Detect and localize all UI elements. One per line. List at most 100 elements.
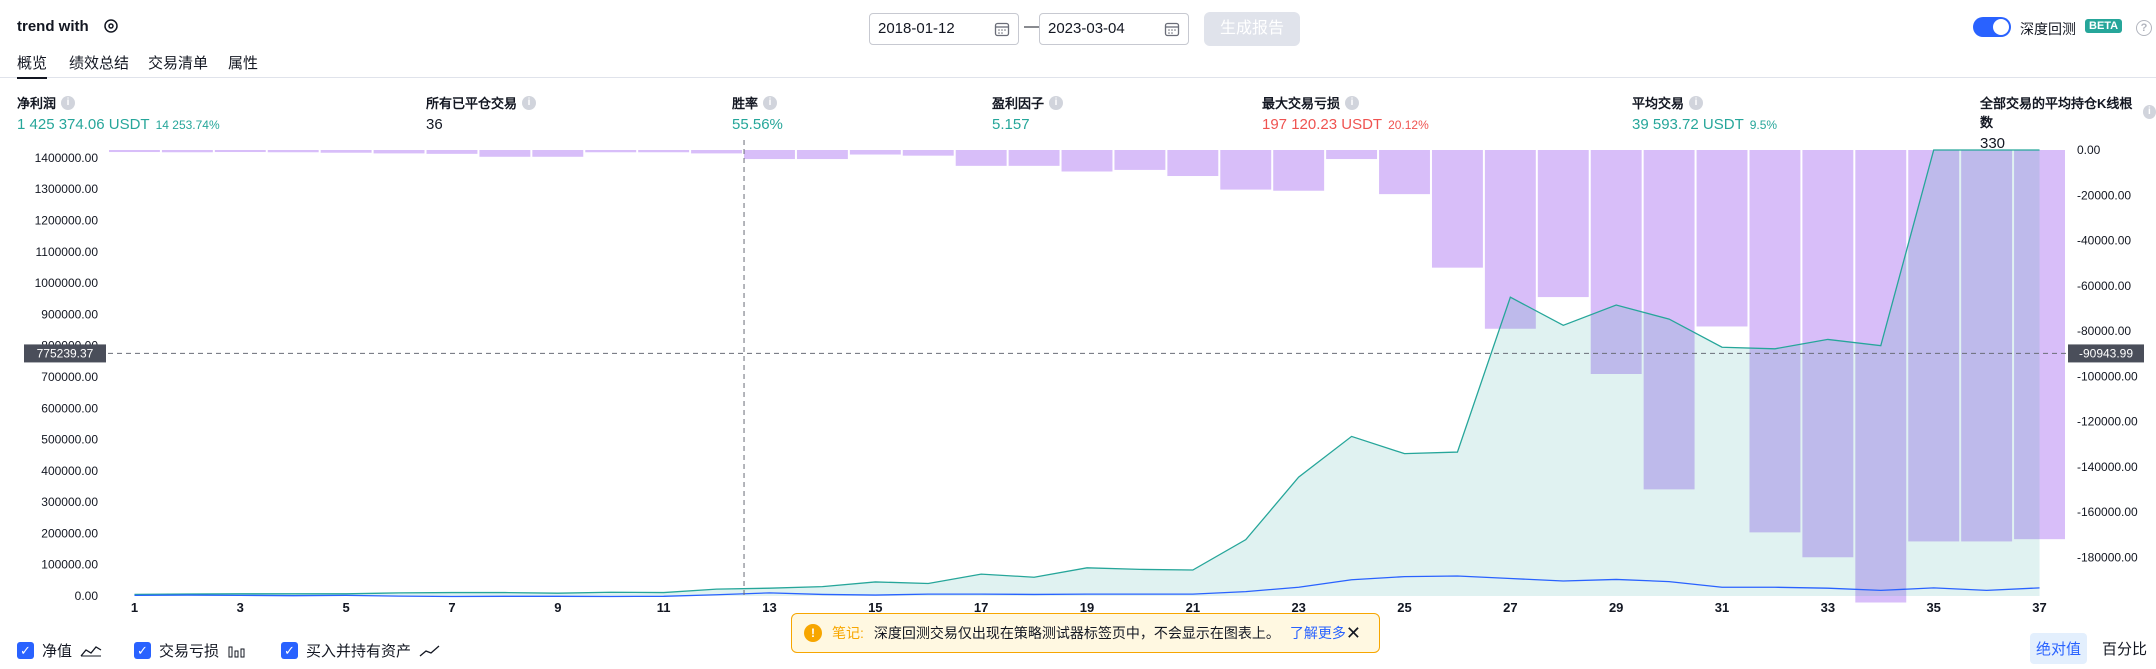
loss-bar bbox=[902, 150, 954, 156]
metric-value: 55.56% bbox=[732, 116, 783, 133]
warning-icon: ! bbox=[804, 624, 822, 642]
metric-profit-factor: 盈利因子 i 5.157 bbox=[992, 93, 1064, 133]
legend-net-value[interactable]: ✓ 净值 bbox=[17, 640, 102, 661]
metric-value: 36 bbox=[426, 116, 443, 133]
loss-bar bbox=[1379, 150, 1430, 195]
loss-bar bbox=[1431, 150, 1483, 268]
gear-icon[interactable] bbox=[102, 17, 120, 35]
info-icon[interactable]: i bbox=[1049, 95, 1064, 110]
left-axis-tick-label: 500000.00 bbox=[41, 433, 98, 447]
deep-backtest-label: 深度回测 bbox=[2020, 21, 2076, 37]
tab-properties[interactable]: 属性 bbox=[228, 52, 258, 73]
left-axis-tick-label: 400000.00 bbox=[41, 464, 98, 478]
loss-bar bbox=[1326, 150, 1378, 160]
legend-trade-loss[interactable]: ✓ 交易亏损 bbox=[134, 640, 247, 661]
x-axis-tick-label: 33 bbox=[1821, 600, 1835, 615]
calendar-icon[interactable] bbox=[994, 21, 1010, 37]
tab-overview[interactable]: 概览 bbox=[17, 52, 48, 79]
metric-label: 平均交易 bbox=[1632, 96, 1685, 111]
loss-bar bbox=[426, 150, 478, 154]
loss-bar bbox=[1696, 150, 1748, 327]
loss-bar bbox=[585, 150, 637, 153]
x-axis-tick-label: 31 bbox=[1715, 600, 1729, 615]
equity-chart-svg[interactable]: 1400000.001300000.001200000.001100000.00… bbox=[0, 140, 2156, 620]
tab-bar: 概览 绩效总结 交易清单 属性 bbox=[0, 50, 2156, 79]
left-axis-tick-label: 1200000.00 bbox=[35, 214, 99, 228]
tab-trade-list[interactable]: 交易清单 bbox=[148, 52, 208, 73]
right-axis-tick-label: 0.00 bbox=[2077, 143, 2101, 157]
percent-toggle[interactable]: 百分比 bbox=[2096, 633, 2153, 664]
loss-bar bbox=[214, 150, 266, 153]
x-axis-tick-label: 11 bbox=[657, 600, 671, 615]
metric-max-loss: 最大交易亏损 i 197 120.23 USDT 20.12% bbox=[1262, 93, 1429, 133]
loss-bar bbox=[479, 150, 531, 157]
metric-label: 全部交易的平均持仓K线根数 bbox=[1980, 96, 2133, 130]
info-icon[interactable]: i bbox=[1689, 95, 1704, 110]
date-to-input[interactable]: 2023-03-04 bbox=[1039, 13, 1189, 45]
left-axis-tick-label: 300000.00 bbox=[41, 495, 98, 509]
metric-value: 1 425 374.06 USDT bbox=[17, 116, 150, 133]
generate-report-button[interactable]: 生成报告 bbox=[1204, 12, 1300, 46]
left-axis-tick-label: 100000.00 bbox=[41, 558, 98, 572]
metric-percent: 20.12% bbox=[1388, 118, 1429, 132]
loss-bar bbox=[1114, 150, 1166, 170]
checkbox-checked-icon[interactable]: ✓ bbox=[134, 642, 151, 659]
x-axis-tick-label: 1 bbox=[131, 600, 138, 615]
loss-bar bbox=[955, 150, 1007, 166]
left-axis-tick-label: 700000.00 bbox=[41, 370, 98, 384]
metric-label: 盈利因子 bbox=[992, 96, 1045, 111]
equity-chart[interactable]: 1400000.00 1300000.00 1200000.00 1100000.00… bbox=[0, 140, 2156, 620]
x-axis-tick-label: 13 bbox=[762, 600, 776, 615]
loss-bar bbox=[267, 150, 319, 153]
info-icon[interactable]: i bbox=[61, 95, 76, 110]
top-toolbar: trend with 2018-01-12 — 2023-03-04 生成报告 … bbox=[0, 0, 2156, 56]
right-axis-tick-label: -160000.00 bbox=[2077, 505, 2138, 519]
crosshair-right-label: -90943.99 bbox=[2079, 346, 2133, 360]
metric-net-profit: 净利润 i 1 425 374.06 USDT 14 253.74% bbox=[17, 93, 220, 133]
date-from-input[interactable]: 2018-01-12 bbox=[869, 13, 1019, 45]
x-axis-tick-label: 3 bbox=[237, 600, 244, 615]
x-axis-tick-label: 5 bbox=[343, 600, 350, 615]
loss-bar bbox=[1220, 150, 1272, 190]
metric-avg-trade: 平均交易 i 39 593.72 USDT 9.5% bbox=[1632, 93, 1777, 133]
checkbox-checked-icon[interactable]: ✓ bbox=[17, 642, 34, 659]
left-axis-tick-label: 600000.00 bbox=[41, 401, 98, 415]
checkbox-checked-icon[interactable]: ✓ bbox=[281, 642, 298, 659]
crosshair-left-label: 775239.37 bbox=[37, 346, 94, 360]
deep-backtest-notice: ! 笔记: 深度回测交易仅出现在策略测试器标签页中，不会显示在图表上。 了解更多… bbox=[791, 613, 1380, 653]
line-chart-icon bbox=[419, 645, 440, 656]
info-icon[interactable]: i bbox=[2142, 105, 2156, 119]
close-icon[interactable]: ✕ bbox=[1346, 623, 1361, 644]
help-icon[interactable]: ? bbox=[2136, 20, 2152, 36]
info-icon[interactable]: i bbox=[1345, 95, 1360, 110]
deep-backtest-toggle[interactable] bbox=[1973, 17, 2011, 37]
calendar-icon[interactable] bbox=[1164, 21, 1180, 37]
right-axis-tick-label: -40000.00 bbox=[2077, 234, 2131, 248]
beta-badge: BETA bbox=[2085, 19, 2123, 33]
metric-value: 197 120.23 USDT bbox=[1262, 116, 1383, 133]
legend-buy-hold[interactable]: ✓ 买入并持有资产 bbox=[281, 640, 441, 661]
loss-bar bbox=[161, 150, 213, 153]
left-axis-tick-label: 900000.00 bbox=[41, 307, 98, 321]
absolute-value-toggle[interactable]: 绝对值 bbox=[2030, 633, 2088, 664]
right-axis-tick-label: -120000.00 bbox=[2077, 415, 2138, 429]
loss-bar bbox=[373, 150, 425, 154]
metric-value: 39 593.72 USDT bbox=[1632, 116, 1744, 133]
x-axis-tick-label: 25 bbox=[1397, 600, 1411, 615]
info-icon[interactable]: i bbox=[522, 95, 537, 110]
x-axis-tick-label: 29 bbox=[1609, 600, 1623, 615]
right-axis-tick-label: -20000.00 bbox=[2077, 188, 2131, 202]
info-icon[interactable]: i bbox=[763, 95, 778, 110]
loss-bar bbox=[1537, 150, 1589, 298]
notice-text: 深度回测交易仅出现在策略测试器标签页中，不会显示在图表上。 bbox=[873, 625, 1280, 641]
tab-performance-summary[interactable]: 绩效总结 bbox=[69, 52, 129, 73]
loss-bar bbox=[744, 150, 795, 160]
right-axis-tick-label: -60000.00 bbox=[2077, 279, 2131, 293]
x-axis-tick-label: 7 bbox=[448, 600, 455, 615]
x-axis-tick-label: 9 bbox=[554, 600, 561, 615]
right-axis-tick-label: -180000.00 bbox=[2077, 550, 2138, 564]
right-axis-tick-label: -140000.00 bbox=[2077, 460, 2138, 474]
legend-label: 买入并持有资产 bbox=[306, 643, 412, 660]
learn-more-link[interactable]: 了解更多 bbox=[1290, 623, 1346, 643]
notice-title: 笔记: bbox=[832, 625, 864, 641]
